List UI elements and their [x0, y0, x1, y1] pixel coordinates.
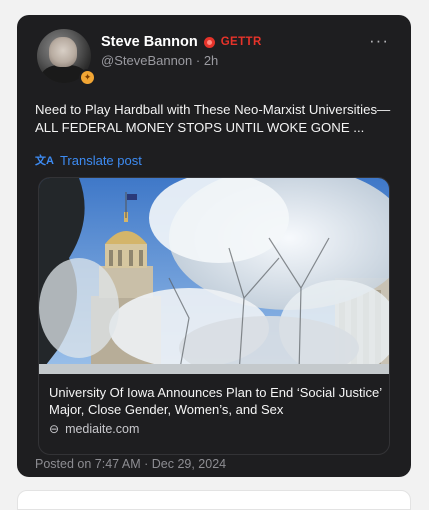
- link-chain-icon: ⊖: [49, 422, 60, 436]
- posted-timestamp: Posted on 7:47 AM · Dec 29, 2024: [35, 457, 227, 471]
- author-row: Steve Bannon GETTR: [101, 34, 262, 50]
- link-domain: mediaite.com: [65, 422, 140, 436]
- post-card[interactable]: ✦ Steve Bannon GETTR @SteveBannon · 2h ·…: [17, 15, 411, 477]
- author-name[interactable]: Steve Bannon: [101, 34, 198, 50]
- translate-button[interactable]: 文A Translate post: [35, 152, 142, 168]
- link-domain-row[interactable]: ⊖ mediaite.com: [49, 422, 139, 436]
- link-preview-card[interactable]: University Of Iowa Announces Plan to End…: [38, 177, 390, 455]
- more-dots-icon[interactable]: ···: [369, 31, 389, 51]
- translate-label: Translate post: [59, 152, 142, 168]
- next-post-card[interactable]: [17, 490, 411, 510]
- gettr-logo-icon: [203, 36, 215, 48]
- platform-label: GETTR: [220, 36, 262, 48]
- link-title[interactable]: University Of Iowa Announces Plan to End…: [49, 384, 385, 418]
- verified-badge-icon: ✦: [79, 69, 96, 86]
- link-preview-image: [39, 178, 389, 374]
- translate-icon: 文A: [35, 155, 54, 167]
- post-text: Need to Play Hardball with These Neo-Mar…: [35, 102, 391, 135]
- author-handle-time: @SteveBannon · 2h: [101, 53, 219, 68]
- avatar-face: [49, 37, 77, 67]
